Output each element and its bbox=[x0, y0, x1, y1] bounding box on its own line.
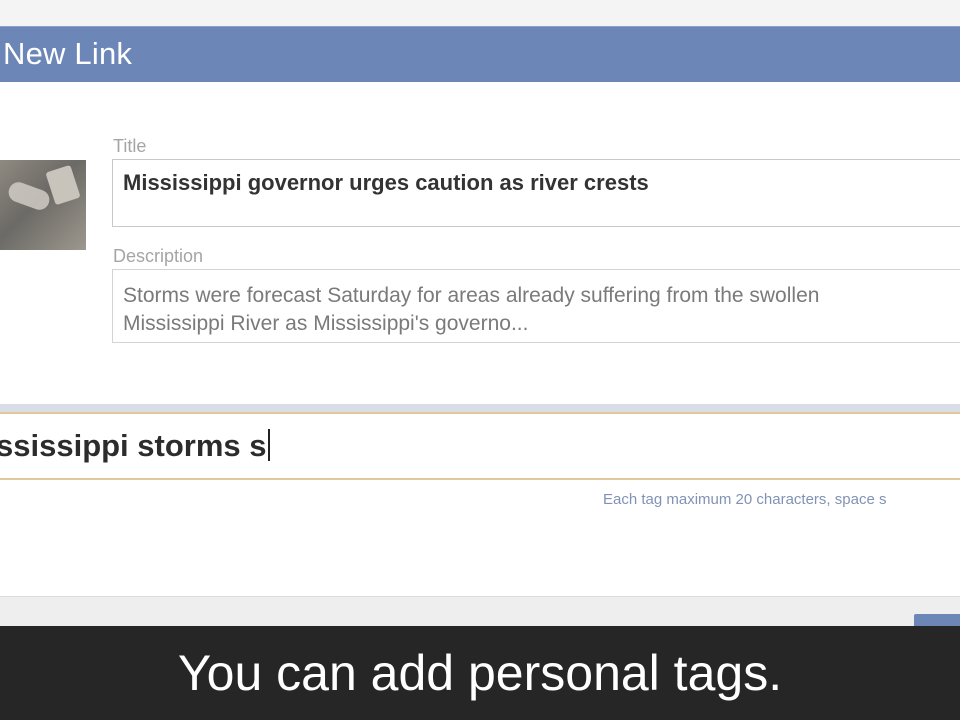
description-value: Storms were forecast Saturday for areas … bbox=[123, 284, 820, 335]
tags-hint: Each tag maximum 20 characters, space s bbox=[603, 491, 887, 508]
caption-text: You can add personal tags. bbox=[177, 645, 783, 701]
caption-bar: You can add personal tags. bbox=[0, 626, 960, 720]
description-field[interactable]: Storms were forecast Saturday for areas … bbox=[112, 269, 960, 343]
title-field[interactable]: Mississippi governor urges caution as ri… bbox=[112, 159, 960, 227]
tags-input[interactable]: ssissippi storms s bbox=[0, 412, 960, 480]
title-label: Title bbox=[113, 136, 147, 156]
thumbnail-image-shape bbox=[45, 164, 81, 206]
tags-value: ssissippi storms s bbox=[0, 428, 267, 463]
text-caret bbox=[267, 429, 270, 461]
dialog-title: New Link bbox=[3, 36, 133, 71]
link-thumbnail[interactable] bbox=[0, 160, 86, 250]
dialog-footer bbox=[0, 596, 960, 627]
thumbnail-image-shape-2 bbox=[5, 179, 53, 213]
tag-divider bbox=[0, 404, 960, 412]
tags-value-wrapper: ssissippi storms s bbox=[0, 428, 270, 464]
top-strip bbox=[0, 0, 960, 26]
description-label: Description bbox=[113, 246, 204, 266]
title-value: Mississippi governor urges caution as ri… bbox=[123, 170, 649, 195]
dialog-header: New Link bbox=[0, 26, 960, 83]
